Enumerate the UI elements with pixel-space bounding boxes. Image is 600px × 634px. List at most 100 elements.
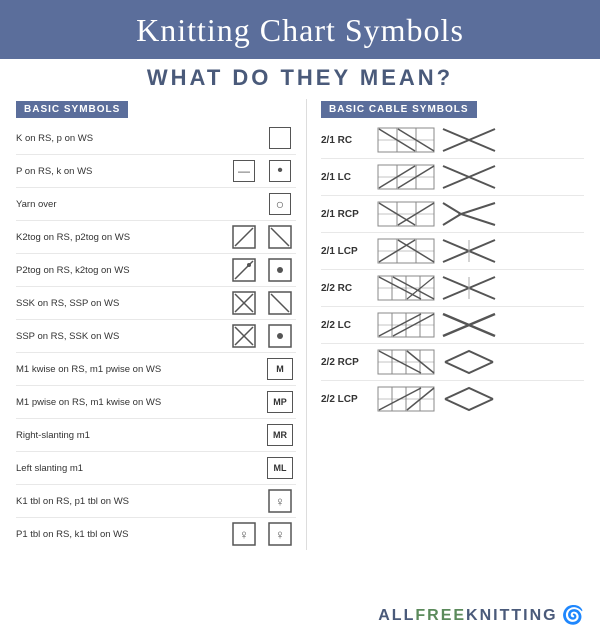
- box-empty-icon: [269, 127, 291, 149]
- symbol-row-3: Yarn over: [16, 188, 296, 221]
- sym-icon-11a: ML: [264, 455, 296, 481]
- cable-label-8: 2/2 LCP: [321, 394, 376, 405]
- cable-row-5: 2/2 RC: [321, 270, 584, 307]
- sym-icon-6a: [228, 290, 260, 316]
- box-MR-icon: MR: [267, 424, 293, 446]
- box-MP-icon: MP: [267, 391, 293, 413]
- sym-label-13: P1 tbl on RS, k1 tbl on WS: [16, 529, 224, 540]
- cable-symbols-header: BASIC CABLE SYMBOLS: [321, 101, 477, 118]
- basic-symbols-header: BASIC SYMBOLS: [16, 101, 128, 118]
- sym-icon-9a: MP: [264, 389, 296, 415]
- cable-2-2-lcp-simple: [441, 386, 499, 412]
- footer-brand: ALLFREEKNITTING: [378, 607, 557, 625]
- content-area: BASIC SYMBOLS K on RS, p on WS P on RS, …: [0, 99, 600, 550]
- cable-2-1-lc-simple: [441, 164, 499, 190]
- p1tbl-icon1: ♀: [231, 521, 257, 547]
- cable-2-2-lcp-grid: [377, 386, 435, 412]
- sym-label-10: Right-slanting m1: [16, 430, 260, 441]
- symbol-row-12: K1 tbl on RS, p1 tbl on WS ♀: [16, 485, 296, 518]
- box-circle-icon: [269, 193, 291, 215]
- symbol-row-2: P on RS, k on WS: [16, 155, 296, 188]
- cable-row-6: 2/2 LC: [321, 307, 584, 344]
- sym-icon-7a: [228, 323, 260, 349]
- cable-icon-5b: [440, 274, 500, 302]
- ssp-icon1: [231, 323, 257, 349]
- sym-label-6: SSK on RS, SSP on WS: [16, 298, 224, 309]
- cable-icon-6a: [376, 311, 436, 339]
- cable-label-1: 2/1 RC: [321, 135, 376, 146]
- sym-label-7: SSP on RS, SSK on WS: [16, 331, 224, 342]
- cable-2-2-lc-simple: [441, 312, 499, 338]
- p2tog-icon2: [267, 257, 293, 283]
- k1tbl-icon: ♀: [267, 488, 293, 514]
- p2tog-icon1: [231, 257, 257, 283]
- symbol-row-9: M1 pwise on RS, m1 kwise on WS MP: [16, 386, 296, 419]
- k2tog-icon1: [231, 224, 257, 250]
- symbol-row-11: Left slanting m1 ML: [16, 452, 296, 485]
- cable-icon-3b: [440, 200, 500, 228]
- cable-row-1: 2/1 RC: [321, 122, 584, 159]
- sym-icon-5b: [264, 257, 296, 283]
- box-ML-icon: ML: [267, 457, 293, 479]
- ssk-icon2: [267, 290, 293, 316]
- sym-icon-1a: [264, 125, 296, 151]
- symbol-row-10: Right-slanting m1 MR: [16, 419, 296, 452]
- sym-label-5: P2tog on RS, k2tog on WS: [16, 265, 224, 276]
- cable-2-1-rc-simple: [441, 127, 499, 153]
- sym-icon-2b: [264, 158, 296, 184]
- cable-label-6: 2/2 LC: [321, 320, 376, 331]
- cable-icon-3a: [376, 200, 436, 228]
- cable-icon-7b: [440, 348, 500, 376]
- page: Knitting Chart Symbols WHAT DO THEY MEAN…: [0, 0, 600, 634]
- sym-icon-4a: [228, 224, 260, 250]
- header-banner: Knitting Chart Symbols: [0, 0, 600, 59]
- sym-label-11: Left slanting m1: [16, 463, 260, 474]
- cable-2-2-rcp-simple: [441, 349, 499, 375]
- cable-icon-1b: [440, 126, 500, 154]
- cable-2-1-rcp-simple: [441, 201, 499, 227]
- sym-icon-5a: [228, 257, 260, 283]
- svg-text:♀: ♀: [275, 494, 285, 509]
- cable-icon-2a: [376, 163, 436, 191]
- ssp-icon2: [267, 323, 293, 349]
- sym-icon-7b: [264, 323, 296, 349]
- cable-label-5: 2/2 RC: [321, 283, 376, 294]
- symbol-row-1: K on RS, p on WS: [16, 122, 296, 155]
- cable-icon-4b: [440, 237, 500, 265]
- sym-icon-3a: [264, 191, 296, 217]
- sym-label-12: K1 tbl on RS, p1 tbl on WS: [16, 496, 260, 507]
- cable-icon-6b: [440, 311, 500, 339]
- sym-label-4: K2tog on RS, p2tog on WS: [16, 232, 224, 243]
- cable-icon-7a: [376, 348, 436, 376]
- cable-label-3: 2/1 RCP: [321, 209, 376, 220]
- symbol-row-8: M1 kwise on RS, m1 pwise on WS M: [16, 353, 296, 386]
- cable-icon-4a: [376, 237, 436, 265]
- sym-label-3: Yarn over: [16, 199, 260, 210]
- ssk-icon1: [231, 290, 257, 316]
- sym-icon-6b: [264, 290, 296, 316]
- footer: ALLFREEKNITTING 🌀: [378, 605, 584, 626]
- box-dot-icon: [269, 160, 291, 182]
- sym-label-8: M1 kwise on RS, m1 pwise on WS: [16, 364, 260, 375]
- svg-text:♀: ♀: [239, 527, 249, 542]
- symbol-row-5: P2tog on RS, k2tog on WS: [16, 254, 296, 287]
- sym-icon-13b: ♀: [264, 521, 296, 547]
- box-M-icon: M: [267, 358, 293, 380]
- cable-row-3: 2/1 RCP: [321, 196, 584, 233]
- cable-symbols-column: BASIC CABLE SYMBOLS 2/1 RC: [306, 99, 584, 550]
- cable-label-4: 2/1 LCP: [321, 246, 376, 257]
- cable-row-2: 2/1 LC: [321, 159, 584, 196]
- cable-2-1-lcp-simple: [441, 238, 499, 264]
- sym-label-1: K on RS, p on WS: [16, 133, 260, 144]
- sym-icon-10a: MR: [264, 422, 296, 448]
- sym-icon-4b: [264, 224, 296, 250]
- cable-icon-2b: [440, 163, 500, 191]
- footer-free: FREE: [415, 607, 466, 624]
- cable-2-2-rcp-grid: [377, 349, 435, 375]
- box-line-icon: [233, 160, 255, 182]
- cable-2-2-rc-grid: [377, 275, 435, 301]
- subtitle: WHAT DO THEY MEAN?: [0, 59, 600, 95]
- cable-label-2: 2/1 LC: [321, 172, 376, 183]
- footer-icon: 🌀: [562, 605, 584, 626]
- basic-symbols-column: BASIC SYMBOLS K on RS, p on WS P on RS, …: [16, 99, 306, 550]
